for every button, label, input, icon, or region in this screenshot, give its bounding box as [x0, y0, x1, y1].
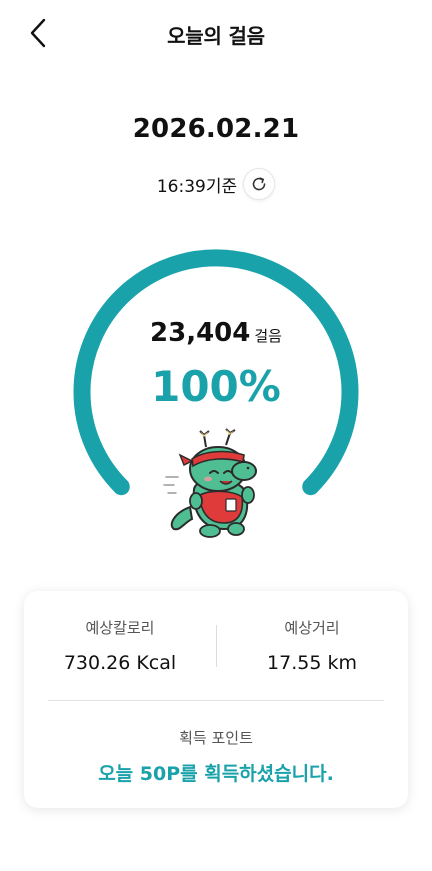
update-time-label: 16:39기준: [156, 176, 238, 197]
distance-label: 예상거리: [284, 619, 340, 637]
steps-unit: 걸음: [254, 327, 282, 345]
points-message: 오늘 50P를 획득하셨습니다.: [98, 763, 334, 785]
calories-value: 730.26 Kcal: [63, 652, 177, 674]
card-divider: [48, 700, 384, 701]
distance-stat: 예상거리 17.55 km: [216, 617, 408, 674]
progress-percent: 100%: [151, 362, 281, 411]
steps-count: 23,404: [150, 318, 251, 348]
points-label: 획득 포인트: [179, 729, 253, 747]
refresh-button[interactable]: [243, 168, 276, 200]
calories-stat: 예상칼로리 730.26 Kcal: [24, 617, 216, 674]
app-header: 오늘의 걸음: [0, 0, 432, 66]
steps-row: 23,404 걸음: [0, 318, 432, 348]
activity-summary-card: 예상칼로리 730.26 Kcal 예상거리 17.55 km 획득 포인트 오…: [24, 591, 408, 808]
distance-value: 17.55 km: [267, 652, 357, 674]
mascot-dragon-illustration: [163, 428, 257, 538]
update-time-row: 16:39기준: [0, 168, 432, 200]
date-text: 2026.02.21: [132, 114, 300, 144]
calories-label: 예상칼로리: [85, 619, 155, 637]
refresh-icon: [252, 177, 266, 191]
page-title: 오늘의 걸음: [167, 24, 265, 48]
